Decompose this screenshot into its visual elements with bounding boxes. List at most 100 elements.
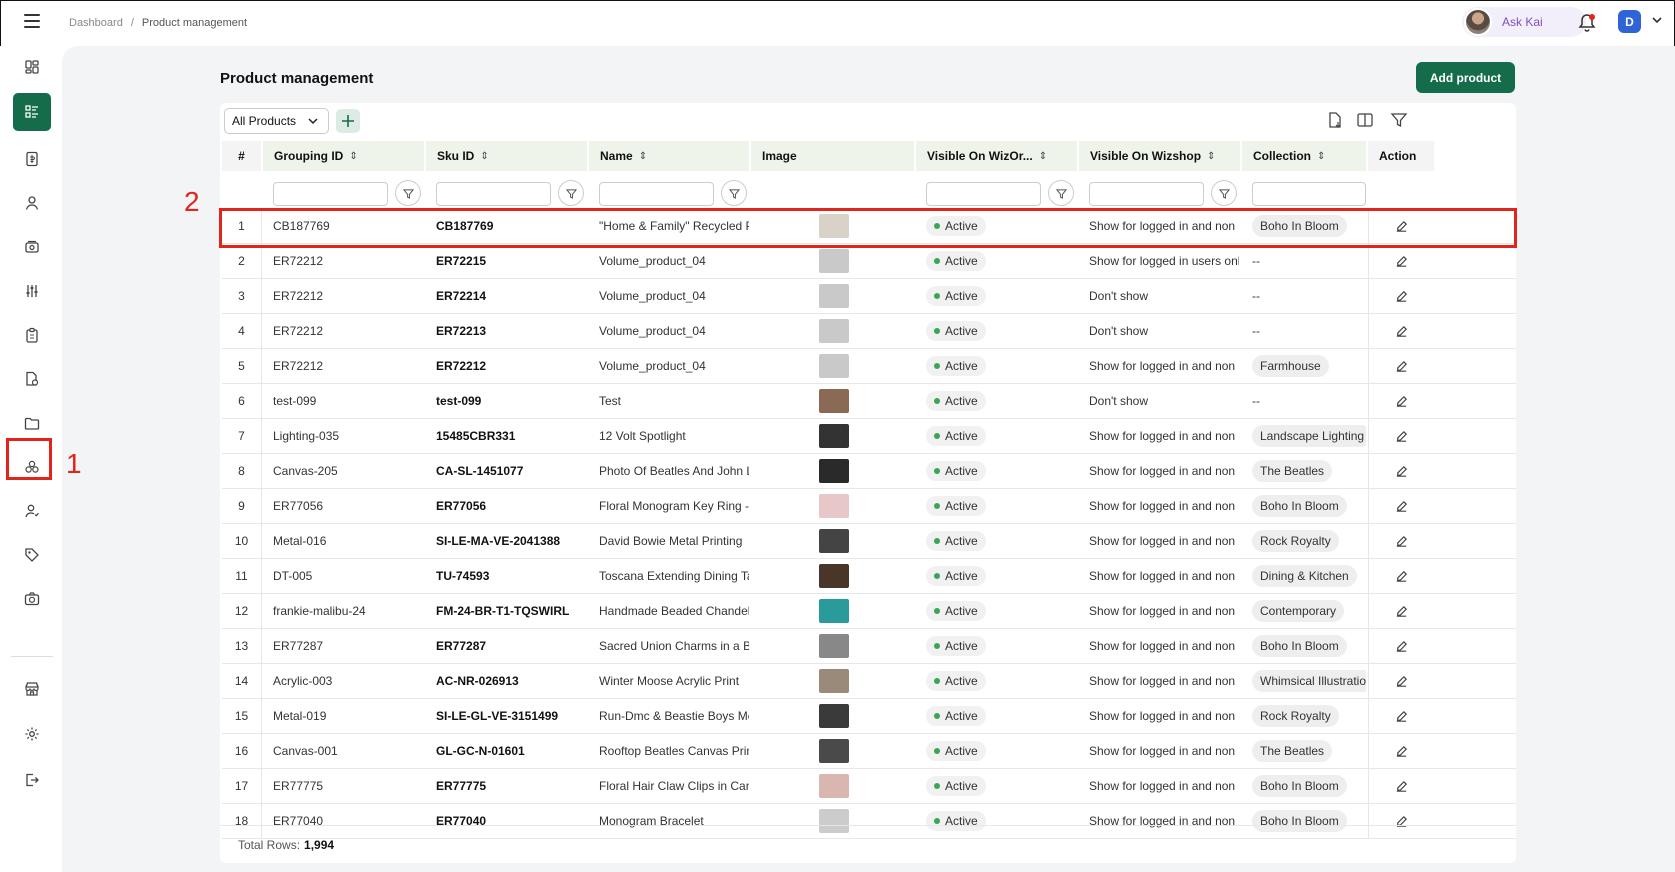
name-filter-input[interactable] bbox=[599, 182, 714, 206]
logout-icon[interactable] bbox=[13, 761, 51, 799]
product-image-cell[interactable] bbox=[819, 349, 859, 383]
sort-icon[interactable]: ⇕ bbox=[1317, 151, 1325, 162]
dashboard-icon[interactable] bbox=[13, 48, 51, 86]
product-thumbnail[interactable] bbox=[819, 529, 849, 553]
product-image-cell[interactable] bbox=[819, 244, 859, 278]
edit-icon[interactable] bbox=[1394, 604, 1409, 619]
table-row[interactable]: 10 Metal-016 SI-LE-MA-VE-2041388 David Bowi… bbox=[222, 524, 1516, 559]
edit-icon[interactable] bbox=[1394, 464, 1409, 479]
edit-icon[interactable] bbox=[1394, 639, 1409, 654]
table-row[interactable]: 11 DT-005 TU-74593 Toscana Extending Dining… bbox=[222, 559, 1516, 594]
edit-icon[interactable] bbox=[1394, 779, 1409, 794]
menu-icon[interactable] bbox=[24, 14, 40, 28]
product-image-cell[interactable] bbox=[819, 454, 859, 488]
sku-id-filter-button[interactable] bbox=[558, 180, 584, 206]
product-thumbnail[interactable] bbox=[819, 424, 849, 448]
grouping-id-filter-button[interactable] bbox=[395, 180, 421, 206]
product-image-cell[interactable] bbox=[819, 699, 859, 733]
sliders-icon[interactable] bbox=[13, 272, 51, 310]
edit-icon[interactable] bbox=[1394, 534, 1409, 549]
chevron-down-icon[interactable] bbox=[1652, 16, 1662, 24]
table-row[interactable]: 15 Metal-019 SI-LE-GL-VE-3151499 Run-Dmc & … bbox=[222, 699, 1516, 734]
store-icon[interactable] bbox=[13, 670, 51, 708]
user-icon[interactable] bbox=[13, 184, 51, 222]
product-image-cell[interactable] bbox=[819, 734, 859, 768]
product-image-cell[interactable] bbox=[819, 489, 859, 523]
table-row[interactable]: 7 Lighting-035 15485CBR331 12 Volt Spotligh… bbox=[222, 419, 1516, 454]
product-image-cell[interactable] bbox=[819, 419, 859, 453]
edit-icon[interactable] bbox=[1394, 569, 1409, 584]
product-thumbnail[interactable] bbox=[819, 739, 849, 763]
col-collection[interactable]: Collection ⇕ bbox=[1242, 141, 1366, 171]
edit-icon[interactable] bbox=[1394, 744, 1409, 759]
product-image-cell[interactable] bbox=[819, 629, 859, 663]
col-visible-wizshop[interactable]: Visible On Wizshop ⇕ bbox=[1079, 141, 1240, 171]
product-thumbnail[interactable] bbox=[819, 774, 849, 798]
product-thumbnail[interactable] bbox=[819, 494, 849, 518]
wizshop-filter-input[interactable] bbox=[1089, 182, 1204, 206]
col-visible-wizorder[interactable]: Visible On WizOr... ⇕ bbox=[916, 141, 1077, 171]
product-image-cell[interactable] bbox=[819, 594, 859, 628]
sort-icon[interactable]: ⇕ bbox=[639, 151, 647, 162]
sort-icon[interactable]: ⇕ bbox=[349, 151, 357, 162]
edit-icon[interactable] bbox=[1394, 324, 1409, 339]
folder-icon[interactable] bbox=[13, 404, 51, 442]
product-image-cell[interactable] bbox=[819, 769, 859, 803]
sort-icon[interactable]: ⇕ bbox=[480, 151, 488, 162]
product-thumbnail[interactable] bbox=[819, 284, 849, 308]
product-image-cell[interactable] bbox=[819, 664, 859, 698]
user-avatar[interactable]: D bbox=[1618, 10, 1641, 33]
product-thumbnail[interactable] bbox=[819, 389, 849, 413]
product-image-cell[interactable] bbox=[819, 524, 859, 558]
edit-icon[interactable] bbox=[1394, 499, 1409, 514]
edit-icon[interactable] bbox=[1394, 674, 1409, 689]
table-row[interactable]: 17 ER77775 ER77775 Floral Hair Claw Clips i… bbox=[222, 769, 1516, 804]
table-row[interactable]: 2 ER72212 ER72215 Volume_product_04 Active Sh… bbox=[222, 244, 1516, 279]
table-row[interactable]: 14 Acrylic-003 AC-NR-026913 Winter Moose Ac… bbox=[222, 664, 1516, 699]
table-row[interactable]: 4 ER72212 ER72213 Volume_product_04 Active Do… bbox=[222, 314, 1516, 349]
payments-icon[interactable] bbox=[13, 228, 51, 266]
product-thumbnail[interactable] bbox=[819, 249, 849, 273]
edit-icon[interactable] bbox=[1394, 429, 1409, 444]
product-image-cell[interactable] bbox=[819, 314, 859, 348]
report-icon[interactable] bbox=[13, 360, 51, 398]
export-file-icon[interactable] bbox=[1326, 111, 1344, 129]
col-grouping-id[interactable]: Grouping ID ⇕ bbox=[263, 141, 424, 171]
add-product-button[interactable]: Add product bbox=[1416, 62, 1515, 93]
edit-icon[interactable] bbox=[1394, 709, 1409, 724]
wizorder-filter-input[interactable] bbox=[926, 182, 1041, 206]
product-image-cell[interactable] bbox=[819, 559, 859, 593]
product-thumbnail[interactable] bbox=[819, 669, 849, 693]
table-row[interactable]: 8 Canvas-205 CA-SL-1451077 Photo Of Beatles… bbox=[222, 454, 1516, 489]
col-name[interactable]: Name ⇕ bbox=[589, 141, 749, 171]
collection-filter-input[interactable] bbox=[1252, 182, 1366, 206]
product-thumbnail[interactable] bbox=[819, 704, 849, 728]
product-thumbnail[interactable] bbox=[819, 634, 849, 658]
edit-icon[interactable] bbox=[1394, 289, 1409, 304]
filter-icon[interactable] bbox=[1390, 111, 1408, 129]
notification-bell-icon[interactable] bbox=[1578, 13, 1596, 33]
table-row[interactable]: 16 Canvas-001 GL-GC-N-01601 Rooftop Beatles… bbox=[222, 734, 1516, 769]
clipboard-icon[interactable] bbox=[13, 316, 51, 354]
col-sku-id[interactable]: Sku ID ⇕ bbox=[426, 141, 587, 171]
grouping-id-filter-input[interactable] bbox=[273, 182, 388, 206]
view-select[interactable]: All Products bbox=[224, 108, 329, 134]
columns-icon[interactable] bbox=[1356, 111, 1374, 129]
sku-id-filter-input[interactable] bbox=[436, 182, 551, 206]
invoice-icon[interactable] bbox=[13, 140, 51, 178]
add-view-button[interactable] bbox=[336, 109, 360, 133]
sort-icon[interactable]: ⇕ bbox=[1039, 151, 1047, 162]
table-row[interactable]: 5 ER72212 ER72212 Volume_product_04 Active Sh… bbox=[222, 349, 1516, 384]
product-thumbnail[interactable] bbox=[819, 319, 849, 343]
table-row[interactable]: 3 ER72212 ER72214 Volume_product_04 Active Do… bbox=[222, 279, 1516, 314]
product-list-icon[interactable] bbox=[13, 93, 51, 131]
table-row[interactable]: 12 frankie-malibu-24 FM-24-BR-T1-TQSWIRL Ha… bbox=[222, 594, 1516, 629]
team-icon[interactable] bbox=[13, 492, 51, 530]
name-filter-button[interactable] bbox=[721, 180, 747, 206]
product-thumbnail[interactable] bbox=[819, 599, 849, 623]
product-thumbnail[interactable] bbox=[819, 564, 849, 588]
edit-icon[interactable] bbox=[1394, 359, 1409, 374]
product-thumbnail[interactable] bbox=[819, 459, 849, 483]
edit-icon[interactable] bbox=[1394, 394, 1409, 409]
edit-icon[interactable] bbox=[1394, 254, 1409, 269]
